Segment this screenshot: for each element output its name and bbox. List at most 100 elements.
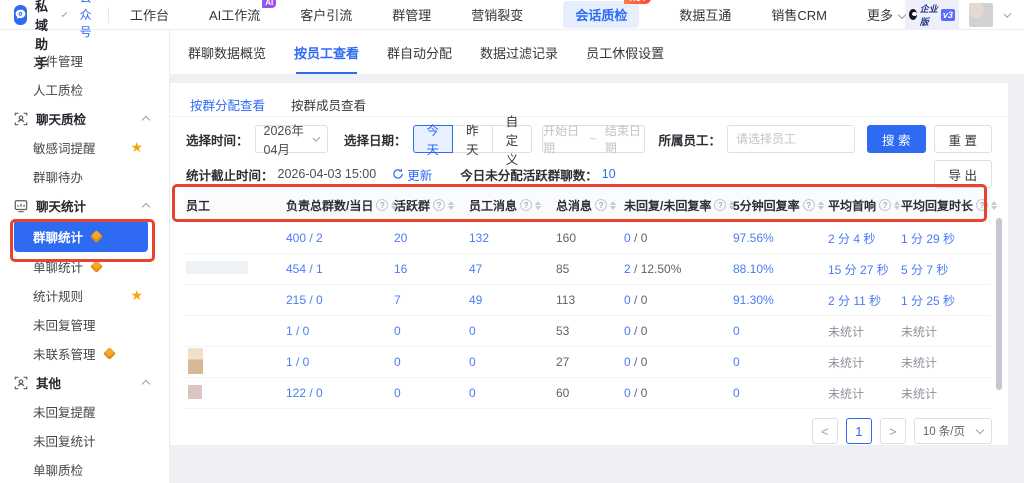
nav-workbench[interactable]: 工作台 (130, 5, 169, 24)
sidebar-item-manual-qc[interactable]: 人工质检 (0, 75, 169, 104)
user-menu-chevron-down-icon[interactable] (1004, 10, 1012, 18)
table-scrollbar[interactable] (996, 218, 1002, 390)
info-icon[interactable] (520, 199, 532, 211)
app-logo-icon[interactable] (14, 5, 27, 25)
search-button[interactable]: 搜 索 (867, 125, 925, 153)
prev-page-button[interactable]: < (812, 418, 838, 444)
month-select[interactable]: 2026年04月 (255, 125, 329, 153)
active-groups-value[interactable]: 0 (394, 386, 401, 400)
sort-icon[interactable] (448, 201, 454, 210)
date-option-custom[interactable]: 自定义 (492, 125, 533, 153)
tab-employee-leave-settings[interactable]: 员工休假设置 (586, 30, 664, 74)
subtab-by-group-assignment[interactable]: 按群分配查看 (190, 95, 265, 116)
reply-duration-value[interactable]: 1 分 29 秒 (901, 232, 955, 246)
tab-group-data-overview[interactable]: 群聊数据概览 (188, 30, 266, 74)
staff-msgs-value[interactable]: 132 (469, 231, 489, 245)
sidebar-item-file-management[interactable]: 文件管理 (0, 46, 169, 75)
responsible-value[interactable]: 400 / 2 (286, 231, 323, 245)
nav-more[interactable]: 更多 (867, 5, 905, 24)
tab-data-filter-records[interactable]: 数据过滤记录 (480, 30, 558, 74)
first-response-value[interactable]: 15 分 27 秒 (828, 263, 889, 277)
nav-ai-workflow[interactable]: AI工作流AI (209, 5, 260, 24)
refresh-button[interactable]: 更新 (392, 165, 432, 184)
brand-chevron-down-icon[interactable] (61, 11, 67, 17)
rate5m-value[interactable]: 0 (733, 355, 740, 369)
first-response-value[interactable]: 2 分 11 秒 (828, 294, 881, 308)
unreplied-value[interactable]: 2 (624, 262, 631, 276)
sidebar-item-uncontacted-management[interactable]: 未联系管理 (0, 339, 169, 368)
active-groups-value[interactable]: 16 (394, 262, 407, 276)
unreplied-value[interactable]: 0 (624, 355, 631, 369)
reply-duration-value[interactable]: 1 分 25 秒 (901, 294, 955, 308)
responsible-value[interactable]: 1 / 0 (286, 355, 309, 369)
unreplied-value[interactable]: 0 (624, 293, 631, 307)
table-row[interactable]: 400 / 2 20 132 160 0 / 0 97.56% 2 分 4 秒 … (184, 223, 990, 254)
date-range-input[interactable]: 开始日期 ~ 结束日期 (542, 125, 644, 153)
unreplied-value[interactable]: 0 (624, 231, 631, 245)
table-row[interactable]: 454 / 1 16 47 85 2 / 12.50% 88.10% 15 分 … (184, 254, 990, 285)
rate5m-value[interactable]: 0 (733, 386, 740, 400)
nav-sales-crm[interactable]: 销售CRM (771, 5, 827, 24)
nav-data-interop[interactable]: 数据互通 (679, 5, 731, 24)
first-response-value[interactable]: 2 分 4 秒 (828, 232, 875, 246)
export-button[interactable]: 导 出 (934, 160, 992, 188)
active-groups-value[interactable]: 0 (394, 355, 401, 369)
info-icon[interactable] (714, 199, 726, 211)
sidebar-item-single-chat-qc[interactable]: 单聊质检 (0, 455, 169, 483)
sort-icon[interactable] (818, 201, 824, 210)
sort-icon[interactable] (535, 201, 541, 210)
rate5m-value[interactable]: 88.10% (733, 262, 774, 276)
nav-customer-acquisition[interactable]: 客户引流 (300, 5, 352, 24)
responsible-value[interactable]: 215 / 0 (286, 293, 323, 307)
sidebar-group-chat-qc[interactable]: 聊天质检 (0, 104, 169, 133)
date-option-yesterday[interactable]: 昨天 (452, 125, 493, 153)
staff-msgs-value[interactable]: 47 (469, 262, 482, 276)
tab-group-auto-assign[interactable]: 群自动分配 (387, 30, 452, 74)
page-size-select[interactable]: 10 条/页 (914, 418, 992, 444)
active-groups-value[interactable]: 7 (394, 293, 401, 307)
page-number-button[interactable]: 1 (846, 418, 872, 444)
staff-msgs-value[interactable]: 0 (469, 386, 476, 400)
sidebar-item-unreplied-reminder[interactable]: 未回复提醒 (0, 397, 169, 426)
responsible-value[interactable]: 122 / 0 (286, 386, 323, 400)
staff-msgs-value[interactable]: 0 (469, 324, 476, 338)
sort-icon[interactable] (610, 201, 616, 210)
sidebar-group-chat-stats[interactable]: 聊天统计 (0, 191, 169, 220)
nav-group-management[interactable]: 群管理 (392, 5, 431, 24)
rate5m-value[interactable]: 97.56% (733, 231, 774, 245)
unreplied-value[interactable]: 0 (624, 324, 631, 338)
account-type-link[interactable]: 公众号 (80, 0, 92, 40)
unreplied-value[interactable]: 0 (624, 386, 631, 400)
sidebar-item-single-chat-stats[interactable]: 单聊统计 (0, 252, 169, 281)
staff-select-input[interactable] (727, 125, 855, 153)
sidebar-item-unreplied-management[interactable]: 未回复管理 (0, 310, 169, 339)
unassigned-value[interactable]: 10 (602, 167, 616, 181)
info-icon[interactable] (803, 199, 815, 211)
table-row[interactable]: 1 / 0 0 0 27 0 / 0 0 未统计 未统计 (184, 347, 990, 378)
sidebar-group-other[interactable]: 其他 (0, 368, 169, 397)
table-row[interactable]: 215 / 0 7 49 113 0 / 0 91.30% 2 分 11 秒 1… (184, 285, 990, 316)
responsible-value[interactable]: 454 / 1 (286, 262, 323, 276)
subtab-by-group-member[interactable]: 按群成员查看 (291, 95, 366, 116)
reset-button[interactable]: 重 置 (934, 125, 992, 153)
info-icon[interactable] (376, 199, 388, 211)
info-icon[interactable] (879, 199, 891, 211)
sidebar-item-unreplied-stats[interactable]: 未回复统计 (0, 426, 169, 455)
active-groups-value[interactable]: 20 (394, 231, 407, 245)
tab-view-by-employee[interactable]: 按员工查看 (294, 30, 359, 74)
next-page-button[interactable]: > (880, 418, 906, 444)
sidebar-item-group-chat-stats[interactable]: 群聊统计 (14, 220, 148, 252)
table-row[interactable]: 122 / 0 0 0 60 0 / 0 0 未统计 未统计 (184, 378, 990, 409)
staff-msgs-value[interactable]: 0 (469, 355, 476, 369)
info-icon[interactable] (595, 199, 607, 211)
sort-icon[interactable] (991, 201, 997, 210)
sidebar-item-sensitive-words[interactable]: 敏感词提醒★ (0, 133, 169, 162)
rate5m-value[interactable]: 0 (733, 324, 740, 338)
reply-duration-value[interactable]: 5 分 7 秒 (901, 263, 948, 277)
info-icon[interactable] (976, 199, 988, 211)
rate5m-value[interactable]: 91.30% (733, 293, 774, 307)
staff-msgs-value[interactable]: 49 (469, 293, 482, 307)
info-icon[interactable] (433, 199, 445, 211)
table-row[interactable]: 1 / 0 0 0 53 0 / 0 0 未统计 未统计 (184, 316, 990, 347)
sidebar-item-group-todo[interactable]: 群聊待办 (0, 162, 169, 191)
